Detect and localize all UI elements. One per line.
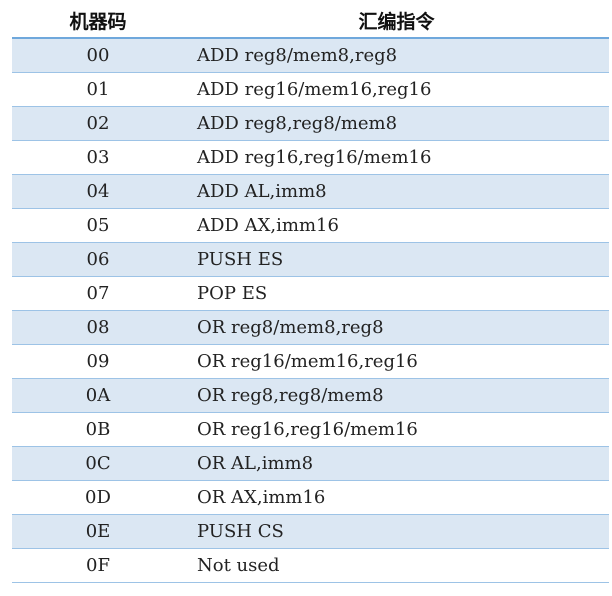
table-row: 04 ADD AL,imm8 xyxy=(12,174,609,209)
machine-code-cell: 08 xyxy=(12,310,184,345)
instruction-cell: POP ES xyxy=(184,276,609,311)
instruction-cell: ADD AX,imm16 xyxy=(184,208,609,243)
machine-code-cell: 07 xyxy=(12,276,184,311)
table-row: 0B OR reg16,reg16/mem16 xyxy=(12,412,609,447)
instruction-cell: ADD reg8,reg8/mem8 xyxy=(184,106,609,141)
instruction-cell: OR AX,imm16 xyxy=(184,480,609,515)
table-row: 03 ADD reg16,reg16/mem16 xyxy=(12,140,609,175)
opcode-table: 机器码 汇编指令 00 ADD reg8/mem8,reg8 01 ADD re… xyxy=(12,4,609,583)
table-row: 0A OR reg8,reg8/mem8 xyxy=(12,378,609,413)
table-row: 06 PUSH ES xyxy=(12,242,609,277)
machine-code-cell: 0E xyxy=(12,514,184,549)
table-row: 02 ADD reg8,reg8/mem8 xyxy=(12,106,609,141)
machine-code-cell: 09 xyxy=(12,344,184,379)
table-row: 05 ADD AX,imm16 xyxy=(12,208,609,243)
table-row: 09 OR reg16/mem16,reg16 xyxy=(12,344,609,379)
machine-code-cell: 01 xyxy=(12,72,184,107)
instruction-cell: ADD reg16,reg16/mem16 xyxy=(184,140,609,175)
table-row: 0D OR AX,imm16 xyxy=(12,480,609,515)
instruction-cell: ADD reg8/mem8,reg8 xyxy=(184,38,609,73)
instruction-cell: PUSH CS xyxy=(184,514,609,549)
instruction-cell: OR reg8,reg8/mem8 xyxy=(184,378,609,413)
machine-code-cell: 00 xyxy=(12,38,184,73)
table-row: 0C OR AL,imm8 xyxy=(12,446,609,481)
machine-code-cell: 02 xyxy=(12,106,184,141)
machine-code-cell: 05 xyxy=(12,208,184,243)
machine-code-cell: 03 xyxy=(12,140,184,175)
instruction-cell: ADD AL,imm8 xyxy=(184,174,609,209)
machine-code-cell: 0D xyxy=(12,480,184,515)
instruction-cell: Not used xyxy=(184,548,609,583)
machine-code-cell: 0B xyxy=(12,412,184,447)
table-row: 01 ADD reg16/mem16,reg16 xyxy=(12,72,609,107)
table-row: 0F Not used xyxy=(12,548,609,583)
machine-code-cell: 06 xyxy=(12,242,184,277)
instruction-cell: OR reg8/mem8,reg8 xyxy=(184,310,609,345)
machine-code-cell: 0A xyxy=(12,378,184,413)
instruction-cell: OR AL,imm8 xyxy=(184,446,609,481)
table-row: 00 ADD reg8/mem8,reg8 xyxy=(12,38,609,73)
header-machine-code: 机器码 xyxy=(12,4,184,39)
machine-code-cell: 0C xyxy=(12,446,184,481)
header-assembly-instruction: 汇编指令 xyxy=(184,4,609,39)
table-body: 00 ADD reg8/mem8,reg8 01 ADD reg16/mem16… xyxy=(12,38,609,583)
table-header-row: 机器码 汇编指令 xyxy=(12,4,609,39)
instruction-cell: PUSH ES xyxy=(184,242,609,277)
table-row: 07 POP ES xyxy=(12,276,609,311)
machine-code-cell: 04 xyxy=(12,174,184,209)
instruction-cell: ADD reg16/mem16,reg16 xyxy=(184,72,609,107)
instruction-cell: OR reg16/mem16,reg16 xyxy=(184,344,609,379)
table-row: 0E PUSH CS xyxy=(12,514,609,549)
instruction-cell: OR reg16,reg16/mem16 xyxy=(184,412,609,447)
table-row: 08 OR reg8/mem8,reg8 xyxy=(12,310,609,345)
machine-code-cell: 0F xyxy=(12,548,184,583)
